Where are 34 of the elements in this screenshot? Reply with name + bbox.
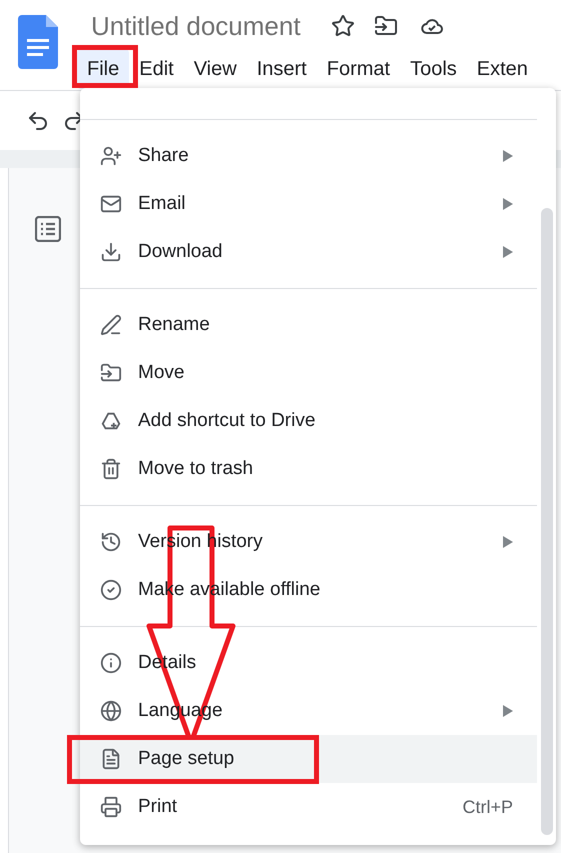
history-icon [100,531,122,553]
menu-bar-item[interactable]: Insert [246,49,317,89]
outline-icon[interactable] [35,216,61,242]
document-icon [100,748,122,770]
document-title[interactable]: Untitled document [91,6,301,46]
menu-item[interactable]: Print Ctrl+P [80,783,537,831]
folder-arrow-icon[interactable] [374,14,398,38]
scrollbar[interactable] [541,208,553,835]
docs-logo-icon[interactable] [18,15,58,69]
check-circle-icon [100,579,122,601]
highlight-box [72,45,138,88]
menu-item[interactable]: Move [80,349,537,397]
menu-item[interactable]: Rename [80,301,537,349]
menu-item[interactable]: Download [80,228,537,276]
trash-icon [100,458,122,480]
menu-item[interactable]: Add shortcut to Drive [80,397,537,445]
menu-bar-item[interactable]: View [184,49,247,89]
menu-item[interactable]: Move to trash [80,445,537,493]
info-icon [100,652,122,674]
menu-item[interactable]: Share [80,132,537,180]
drive-plus-icon [100,410,122,432]
download-icon [100,241,122,263]
envelope-icon [100,193,122,215]
globe-icon [100,700,122,722]
shortcut-text: Ctrl+P [462,796,513,818]
printer-icon [100,796,122,818]
folder-arrow-icon [100,362,122,384]
menu-bar-item[interactable]: Tools [400,49,467,89]
star-icon[interactable] [330,14,355,38]
person-plus-icon [100,145,122,167]
menu-item[interactable]: Email [80,180,537,228]
menu-bar-item[interactable]: Format [316,49,400,89]
pencil-icon [100,314,122,336]
menu-bar-item[interactable]: Exten [466,49,538,89]
